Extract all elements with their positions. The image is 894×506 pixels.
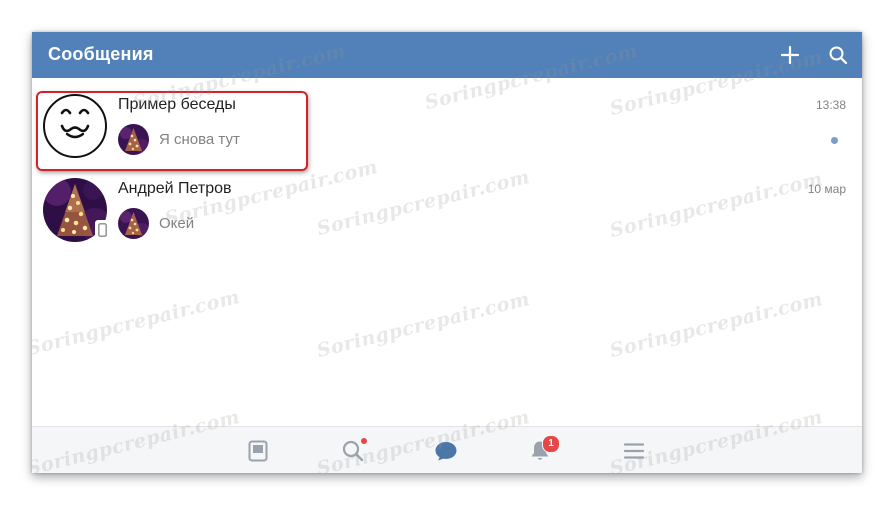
nav-messages[interactable] <box>432 437 460 465</box>
notification-count-badge: 1 <box>542 435 560 453</box>
page-title: Сообщения <box>48 44 154 64</box>
phone-icon <box>97 223 107 237</box>
conversation-name: Пример беседы <box>118 96 236 113</box>
messages-icon <box>435 442 457 461</box>
sender-avatar <box>118 208 149 239</box>
nav-notifications[interactable]: 1 <box>526 435 560 465</box>
screenshot-stage: Сообщения Пример беседы Я снова тут 13:3… <box>0 0 894 506</box>
news-icon <box>248 440 268 462</box>
nav-menu[interactable] <box>620 437 648 465</box>
conversation-list: Пример беседы Я снова тут 13:38 Андрей П… <box>32 78 862 426</box>
sender-avatar <box>118 124 149 155</box>
nav-news[interactable] <box>244 437 272 465</box>
message-time: 10 мар <box>807 182 846 196</box>
online-mobile-badge <box>95 220 109 240</box>
menu-icon <box>623 443 645 459</box>
nav-search[interactable] <box>339 437 367 465</box>
search-icon <box>342 440 364 462</box>
add-button[interactable] <box>776 41 804 69</box>
search-button[interactable] <box>824 41 852 69</box>
bottom-navigation: 1 <box>32 426 862 473</box>
unread-indicator <box>831 137 838 144</box>
conversation-name: Андрей Петров <box>118 180 232 197</box>
app-window: Сообщения Пример беседы Я снова тут 13:3… <box>32 32 862 473</box>
app-header: Сообщения <box>32 32 862 78</box>
conversation-item[interactable]: Андрей Петров Окей 10 мар <box>32 170 862 252</box>
search-icon <box>829 46 848 65</box>
avatar <box>43 94 107 158</box>
conversation-item[interactable]: Пример беседы Я снова тут 13:38 <box>32 86 862 171</box>
avatar <box>43 178 109 242</box>
plus-icon <box>780 45 800 65</box>
new-indicator-dot <box>361 438 367 444</box>
smiley-face-icon <box>43 94 107 158</box>
message-time: 13:38 <box>815 98 846 112</box>
message-preview: Окей <box>159 215 195 232</box>
message-preview: Я снова тут <box>159 131 240 148</box>
